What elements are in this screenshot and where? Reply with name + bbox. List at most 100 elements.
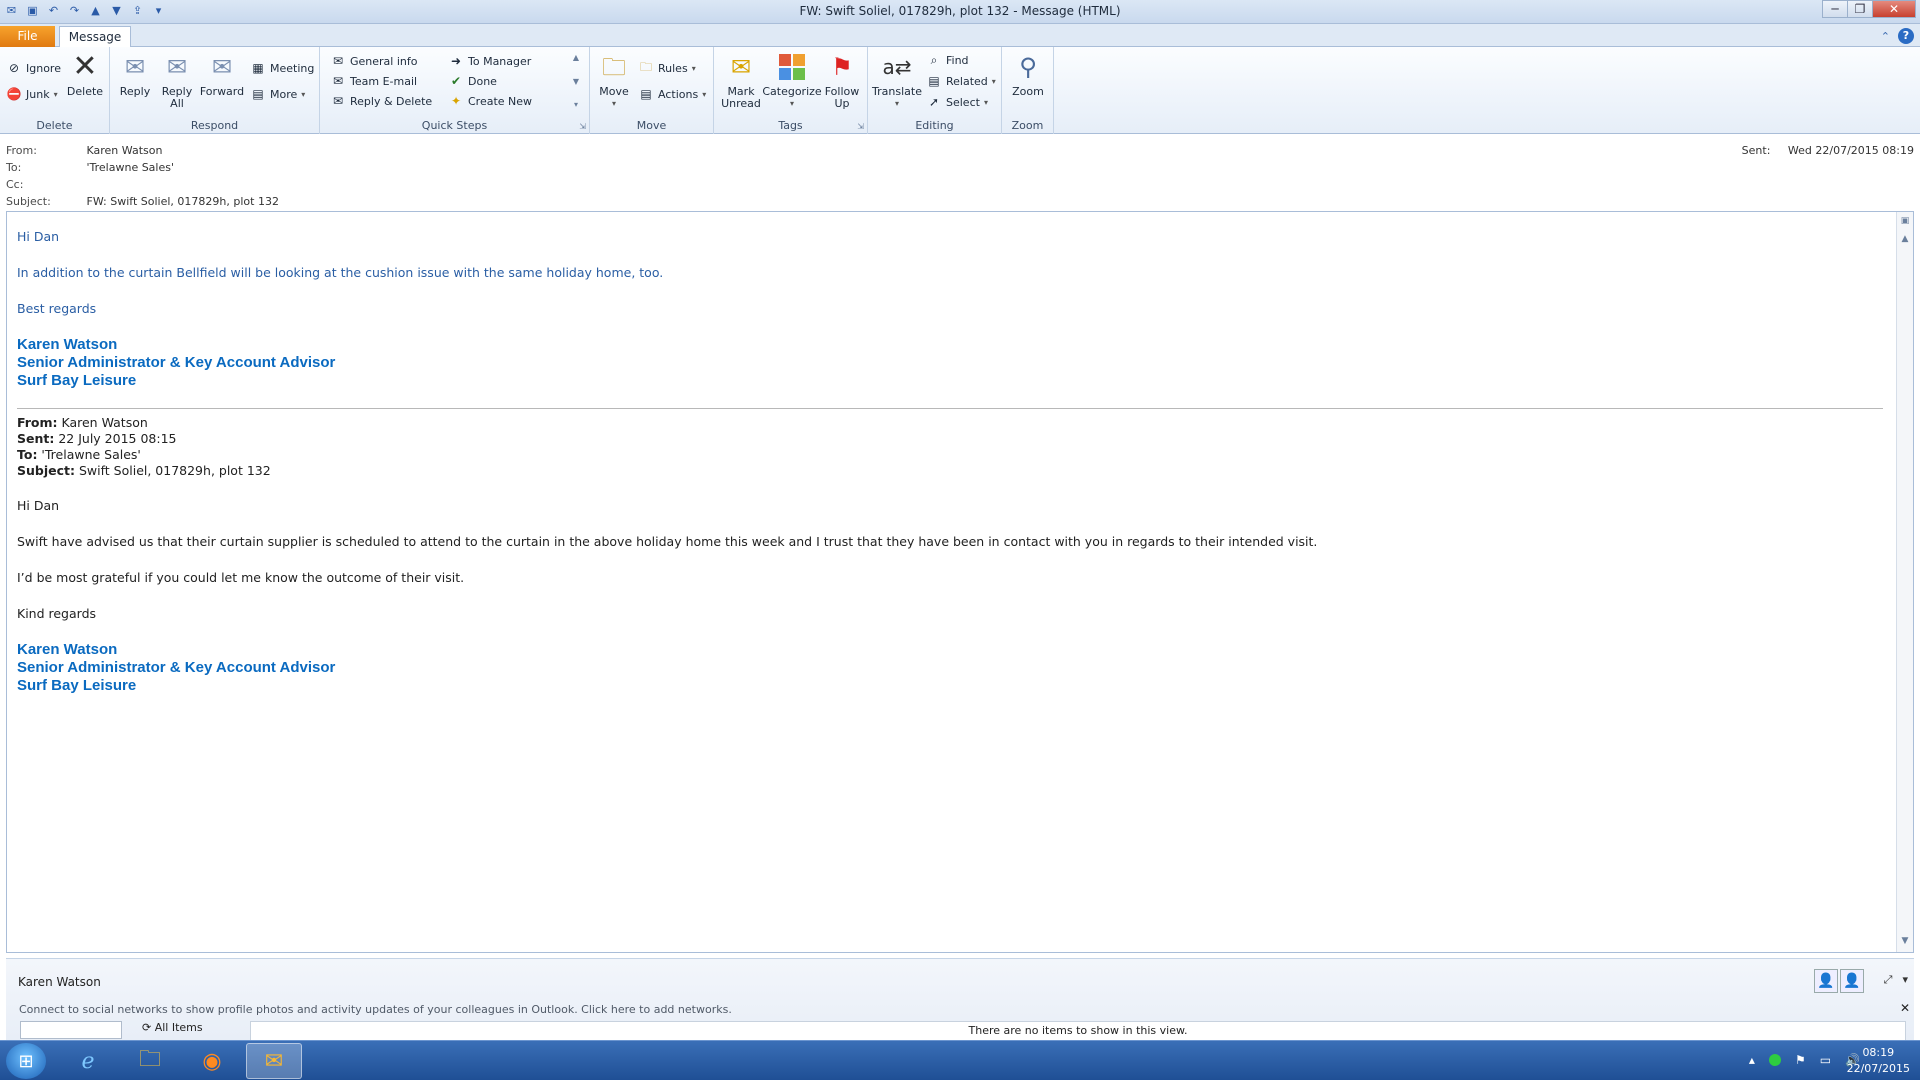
actions-icon: ▤ [640,87,652,101]
quicksteps-group: ✉ General info ✉ Team E-mail ✉ Reply & D… [320,47,590,134]
cursor-icon: ➚ [928,95,940,109]
create-new-icon: ✦ [450,94,462,108]
signature-company: Surf Bay Leisure [17,677,137,694]
ignore-button[interactable]: ⊘ Ignore [6,59,61,77]
move-group-label: Move [636,119,667,132]
system-tray: ▴ ⚑ ▭ 🔊 [1749,1053,1860,1067]
tasks-icon[interactable]: ▣ [1899,216,1911,228]
expand-icon[interactable]: ▾ [574,100,578,109]
delete-group-label: Delete [36,119,73,132]
reply-button[interactable]: ✉ Reply [116,51,154,98]
delete-x-icon: ✕ [72,49,98,84]
more-button[interactable]: ▤ More ▾ [250,85,305,103]
mark-unread-icon: ✉ [730,53,752,81]
delete-button[interactable]: ✕ Delete [66,51,104,98]
dialog-launcher-icon[interactable]: ⇲ [579,122,586,131]
to-value[interactable]: 'Trelawne Sales' [87,161,175,174]
editing-group-label: Editing [915,119,954,132]
follow-up-button[interactable]: ⚑ Follow Up [822,51,862,110]
window-title: FW: Swift Soliel, 017829h, plot 132 - Me… [799,4,1121,18]
scroll-up-icon[interactable]: ▲ [573,53,579,62]
chevron-down-icon[interactable]: ▾ [1902,973,1908,987]
signature-name: Karen Watson [17,336,118,353]
people-pane-tabs: ⟳ All Items [20,1021,203,1039]
meeting-icon: ▦ [252,61,264,75]
actions-button[interactable]: ▤ Actions ▾ [638,85,706,103]
move-group: 🗀 Move ▾ 🗀 Rules ▾ ▤ Actions ▾ Move [590,47,714,134]
close-icon[interactable]: ✕ [1900,1001,1910,1015]
minimize-ribbon-icon[interactable]: ⌃ [1881,30,1890,43]
dialog-launcher-icon[interactable]: ⇲ [857,122,864,131]
avatars: 👤 👤 [1814,969,1864,993]
select-button[interactable]: ➚ Select ▾ [926,93,988,111]
vertical-scrollbar[interactable]: ▣ ▲ ▼ [1896,212,1913,952]
chevron-down-icon: ▾ [301,89,306,99]
zoom-button[interactable]: ⚲ Zoom [1008,51,1048,98]
move-button[interactable]: 🗀 Move ▾ [596,51,632,110]
greeting: Hi Dan [17,229,60,244]
categorize-button[interactable]: Categorize ▾ [762,51,822,110]
tags-group-label: Tags [778,119,803,132]
file-explorer-icon[interactable]: 🗀 [122,1043,178,1079]
quicksteps-scroll[interactable]: ▲ ▼ ▾ [570,53,582,109]
scroll-up-icon[interactable]: ▲ [1899,234,1911,246]
categorize-icon [776,51,808,83]
find-button[interactable]: ⌕ Find [926,51,969,69]
scroll-down-icon[interactable]: ▼ [573,77,579,86]
tags-group: ✉ Mark Unread Categorize ▾ ⚑ Follow Up T… [714,47,868,134]
quickstep-general-info[interactable]: ✉ General info [330,52,418,70]
minimize-button[interactable]: ─ [1822,0,1848,18]
quickstep-team-email[interactable]: ✉ Team E-mail [330,72,417,90]
network-icon[interactable]: ▭ [1820,1053,1831,1067]
all-items-tab[interactable]: ⟳ All Items [142,1021,203,1039]
rules-button[interactable]: 🗀 Rules ▾ [638,59,696,77]
tab-file[interactable]: File [0,26,55,47]
people-pane-tab-box[interactable] [20,1021,122,1039]
quickstep-done[interactable]: ✔ Done [448,72,497,90]
chevron-down-icon: ▾ [691,63,696,73]
firefox-icon[interactable]: ◉ [184,1043,240,1079]
forward-button[interactable]: ✉ Forward [200,51,244,98]
maximize-button[interactable]: ❐ [1847,0,1873,18]
status-icon[interactable] [1768,1054,1781,1066]
junk-button[interactable]: ⛔ Junk ▾ [6,85,58,103]
reply-all-button[interactable]: ✉ Reply All [158,51,196,110]
closing: Best regards [17,301,97,316]
mark-unread-button[interactable]: ✉ Mark Unread [720,51,762,110]
close-button[interactable]: ✕ [1872,0,1916,18]
subject-value: FW: Swift Soliel, 017829h, plot 132 [86,195,279,208]
ribbon: ⊘ Ignore ⛔ Junk ▾ ✕ Delete Delete ✉ Repl… [0,47,1920,134]
avatar[interactable]: 👤 [1814,969,1838,993]
from-value[interactable]: Karen Watson [87,144,163,157]
quickstep-reply-delete[interactable]: ✉ Reply & Delete [330,92,432,110]
quickstep-create-new[interactable]: ✦ Create New [448,92,532,110]
move-icon: 🗀 [602,53,626,81]
outlook-icon[interactable]: ✉ [246,1043,302,1079]
forwarded-paragraph: I’d be most grateful if you could let me… [17,570,465,585]
start-button[interactable]: ⊞ [6,1043,46,1079]
signature: Karen Watson Senior Administrator & Key … [17,336,1883,390]
social-networks-link[interactable]: Connect to social networks to show profi… [19,1003,732,1016]
flag-icon[interactable]: ⚑ [1795,1053,1806,1067]
tab-message[interactable]: Message [59,26,131,48]
clock[interactable]: 08:19 22/07/2015 [1847,1045,1910,1077]
quickstep-to-manager[interactable]: ➜ To Manager [448,52,531,70]
reply-icon: ✉ [124,53,146,81]
meeting-button[interactable]: ▦ Meeting [250,59,314,77]
cc-row: Cc: [6,178,24,191]
help-icon[interactable]: ? [1898,28,1914,44]
title-bar: ✉ ▣ ↶ ↷ ▲ ▼ ⇪ ▾ FW: Swift Soliel, 017829… [0,0,1920,24]
reply-all-icon: ✉ [166,53,188,81]
expand-icon[interactable]: ⤢ [1884,973,1893,987]
internet-explorer-icon[interactable]: ℯ [60,1043,116,1079]
reply-delete-icon: ✉ [332,94,344,108]
checkmark-icon: ✔ [450,74,462,88]
sent-row: Sent: Wed 22/07/2015 08:19 [1741,144,1914,157]
show-hidden-icons-icon[interactable]: ▴ [1749,1053,1755,1067]
body-paragraph: In addition to the curtain Bellfield wil… [17,265,664,280]
people-pane-name[interactable]: Karen Watson [18,975,101,989]
scroll-down-icon[interactable]: ▼ [1899,936,1911,948]
translate-button[interactable]: a⇄ Translate ▾ [872,51,922,110]
avatar[interactable]: 👤 [1840,969,1864,993]
related-button[interactable]: ▤ Related ▾ [926,72,995,90]
